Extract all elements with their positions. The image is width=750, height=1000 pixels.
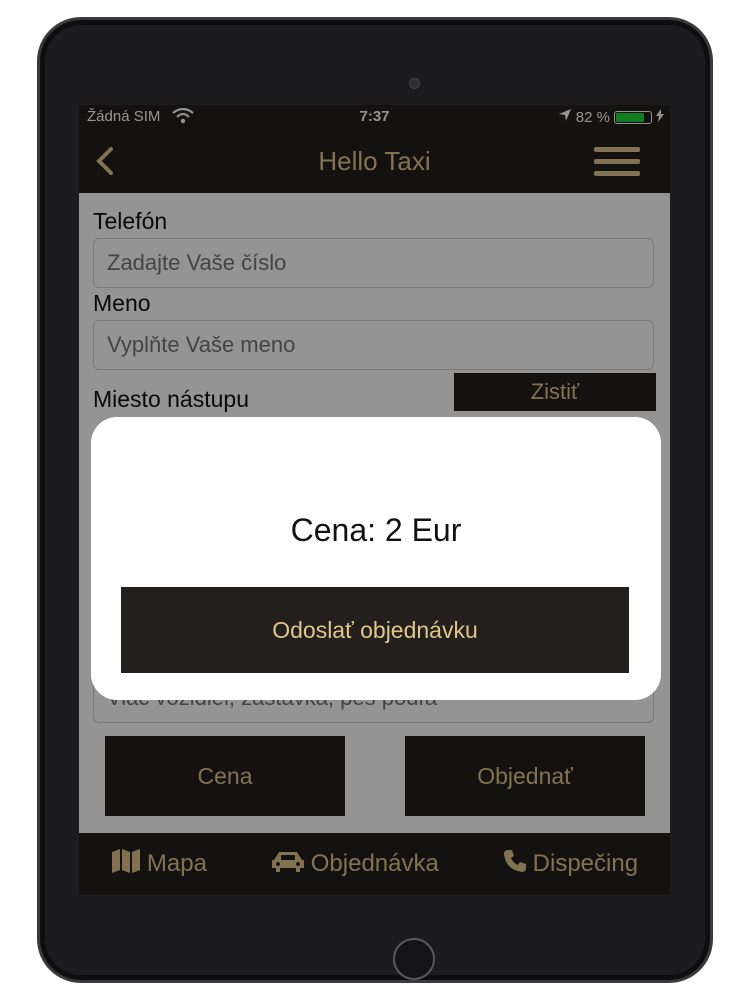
- price-readout: Cena: 2 Eur: [91, 512, 661, 549]
- app-screen: Žádná SIM 7:37 82 % Hello Taxi Telefón Z…: [79, 105, 670, 895]
- home-button[interactable]: [393, 938, 435, 980]
- front-camera: [409, 78, 420, 89]
- submit-order-button[interactable]: Odoslať objednávku: [121, 587, 629, 673]
- price-dialog: Cena: 2 Eur Odoslať objednávku: [91, 417, 661, 700]
- price-label: Cena:: [290, 512, 376, 548]
- price-value: 2 Eur: [384, 512, 462, 548]
